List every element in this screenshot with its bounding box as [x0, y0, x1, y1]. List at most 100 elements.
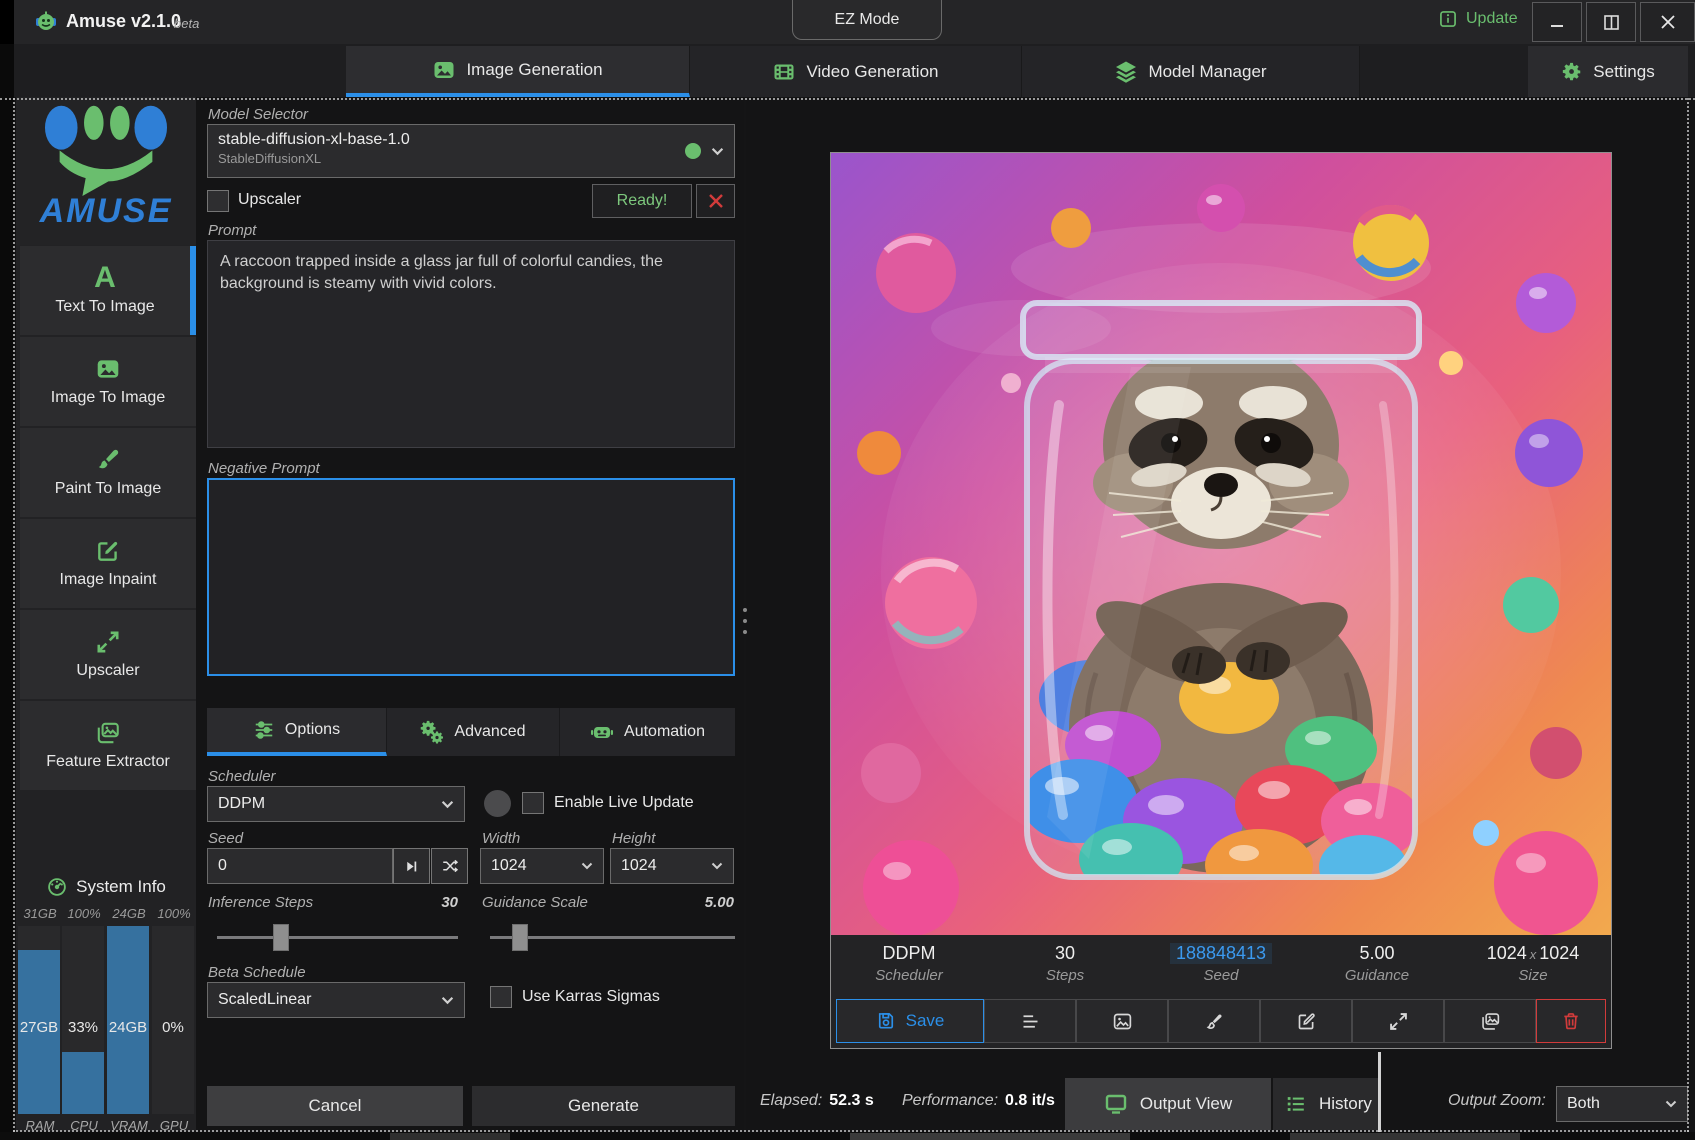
- gpu-value: 0%: [152, 1019, 194, 1036]
- output-zoom-dropdown[interactable]: Both: [1556, 1086, 1688, 1122]
- image-icon: [95, 356, 121, 382]
- selection-marquee-left: [13, 98, 15, 1132]
- beta-schedule-dropdown[interactable]: ScaledLinear: [207, 982, 465, 1018]
- scheduler-dropdown[interactable]: DDPM: [207, 786, 465, 822]
- seed-link[interactable]: 188848413: [1170, 943, 1272, 964]
- image-icon: [1112, 1011, 1133, 1032]
- update-label: Update: [1466, 10, 1518, 28]
- amuse-app-window: Amuse v2.1.0 beta EZ Mode Update Image G…: [0, 0, 1695, 1140]
- photos-stack-icon: [1480, 1011, 1501, 1032]
- cpu-max: 100%: [62, 906, 106, 921]
- sidebar-item-image-inpaint[interactable]: Image Inpaint: [20, 519, 196, 608]
- minimize-button[interactable]: [1532, 2, 1582, 42]
- seed-random-button[interactable]: [431, 848, 468, 884]
- history-button[interactable]: History: [1273, 1078, 1379, 1130]
- send-to-image-to-image-button[interactable]: [1076, 999, 1168, 1043]
- inference-steps-label: Inference Steps: [208, 894, 313, 911]
- performance-status: Performance: 0.8 it/s: [902, 1092, 1055, 1110]
- inference-steps-slider-handle[interactable]: [273, 924, 289, 951]
- edit-square-icon: [1296, 1011, 1317, 1032]
- gpu-meter: 0%: [152, 926, 194, 1114]
- sliders-icon: [253, 719, 275, 741]
- tab-model-manager[interactable]: Model Manager: [1022, 46, 1360, 97]
- output-view-button[interactable]: Output View: [1065, 1078, 1271, 1130]
- update-info-icon: [1438, 9, 1458, 29]
- send-to-feature-extractor-button[interactable]: [1444, 999, 1536, 1043]
- maximize-button[interactable]: [1586, 2, 1636, 42]
- guidance-scale-label: Guidance Scale: [482, 894, 588, 911]
- cancel-load-button[interactable]: [696, 184, 735, 218]
- desktop-fragment: [1290, 1133, 1520, 1140]
- edit-square-icon: [95, 538, 121, 564]
- tab-image-generation[interactable]: Image Generation: [346, 46, 690, 97]
- live-update-toggle[interactable]: [484, 790, 511, 817]
- beta-schedule-label: Beta Schedule: [208, 964, 306, 981]
- desktop-fragment: [390, 1133, 510, 1140]
- photos-stack-icon: [95, 720, 121, 746]
- vram-value: 24GB: [107, 1019, 149, 1036]
- seed-next-button[interactable]: [393, 848, 430, 884]
- gears-icon: [420, 720, 444, 744]
- save-button[interactable]: Save: [836, 999, 984, 1043]
- sidebar-item-upscaler[interactable]: Upscaler: [20, 610, 196, 699]
- generation-controls-panel: Model Selector stable-diffusion-xl-base-…: [200, 100, 740, 1132]
- model-type: StableDiffusionXL: [218, 151, 410, 166]
- ram-meter: 27GB: [18, 926, 60, 1114]
- chevron-down-icon: [711, 862, 723, 870]
- live-update-label: Enable Live Update: [554, 794, 694, 812]
- karras-sigmas-checkbox[interactable]: [490, 986, 512, 1008]
- letter-a-icon: A: [94, 265, 116, 291]
- sidebar-item-feature-extractor[interactable]: Feature Extractor: [20, 701, 196, 790]
- live-update-checkbox[interactable]: [522, 792, 544, 814]
- send-to-upscaler-button[interactable]: [1352, 999, 1444, 1043]
- tab-settings[interactable]: Settings: [1528, 46, 1688, 97]
- prompt-label: Prompt: [208, 222, 256, 239]
- film-icon: [772, 60, 796, 84]
- ready-status[interactable]: Ready!: [592, 184, 692, 218]
- prompt-textarea[interactable]: A raccoon trapped inside a glass jar ful…: [207, 240, 735, 448]
- height-dropdown[interactable]: 1024: [610, 848, 734, 884]
- generated-image: [831, 153, 1611, 935]
- subtab-automation[interactable]: Automation: [560, 708, 735, 756]
- history-list-icon: [1285, 1093, 1307, 1115]
- sidebar-item-text-to-image[interactable]: A Text To Image: [20, 246, 196, 335]
- inference-steps-slider[interactable]: [217, 936, 458, 939]
- sidebar-item-paint-to-image[interactable]: Paint To Image: [20, 428, 196, 517]
- subtab-options[interactable]: Options: [207, 708, 387, 756]
- info-steps: 30 Steps: [987, 935, 1143, 993]
- sidebar-item-image-to-image[interactable]: Image To Image: [20, 337, 196, 426]
- shuffle-icon: [441, 857, 459, 875]
- model-selector-dropdown[interactable]: stable-diffusion-xl-base-1.0 StableDiffu…: [207, 124, 735, 178]
- close-button[interactable]: [1640, 2, 1695, 42]
- width-dropdown[interactable]: 1024: [480, 848, 604, 884]
- overlay-window-edge: [1378, 1052, 1381, 1140]
- update-button[interactable]: Update: [1438, 9, 1518, 29]
- send-to-paint-button[interactable]: [1168, 999, 1260, 1043]
- negative-prompt-textarea[interactable]: [207, 478, 735, 676]
- guidance-scale-slider-handle[interactable]: [512, 924, 528, 951]
- cpu-value: 33%: [62, 1019, 104, 1036]
- ez-mode-button[interactable]: EZ Mode: [792, 0, 942, 40]
- seed-input[interactable]: [207, 848, 393, 884]
- desktop-edge: [0, 0, 14, 1140]
- output-panel: DDPM Scheduler 30 Steps 188848413 Seed 5…: [830, 152, 1612, 1049]
- amuse-logo-face: [31, 100, 181, 196]
- tab-video-generation[interactable]: Video Generation: [690, 46, 1022, 97]
- model-selector-label: Model Selector: [208, 106, 308, 123]
- chevron-down-icon: [441, 996, 454, 1005]
- send-to-inpaint-button[interactable]: [1260, 999, 1352, 1043]
- cancel-button[interactable]: Cancel: [207, 1086, 463, 1126]
- generate-button[interactable]: Generate: [472, 1086, 735, 1126]
- upscaler-checkbox[interactable]: [207, 190, 229, 212]
- image-icon: [432, 58, 456, 82]
- guidance-scale-slider[interactable]: [490, 936, 735, 939]
- copy-prompt-button[interactable]: [984, 999, 1076, 1043]
- height-label: Height: [612, 830, 655, 847]
- ram-value: 27GB: [18, 1019, 60, 1036]
- inference-steps-value: 30: [398, 894, 458, 911]
- red-x-icon: [709, 194, 723, 208]
- splitter-grip[interactable]: [741, 604, 749, 638]
- guidance-scale-value: 5.00: [674, 894, 734, 911]
- subtab-advanced[interactable]: Advanced: [387, 708, 560, 756]
- delete-button[interactable]: [1536, 999, 1606, 1043]
